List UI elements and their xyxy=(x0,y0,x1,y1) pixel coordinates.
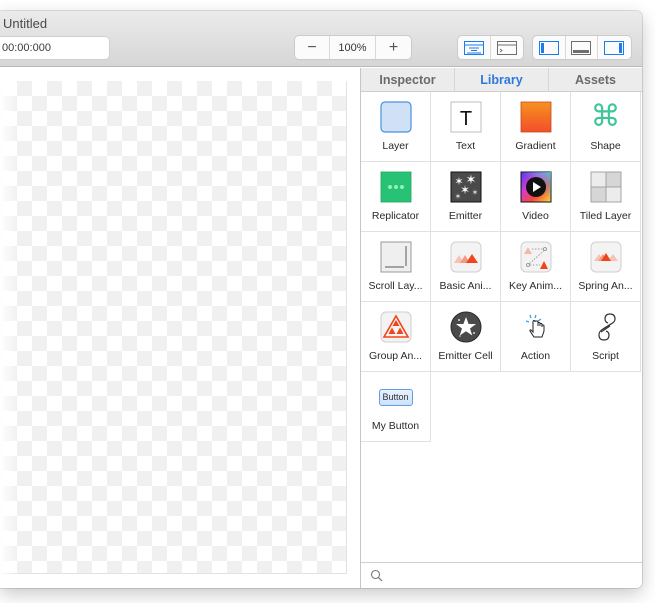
key-animation-icon xyxy=(520,241,551,273)
bottom-panel-button[interactable] xyxy=(566,36,599,59)
library-item-label: Scroll Lay... xyxy=(368,280,423,292)
bottom-panel-icon xyxy=(571,40,592,55)
library-item-label: Gradient xyxy=(515,140,556,152)
library-item-label: Video xyxy=(522,210,549,222)
shape-icon: ⌘ xyxy=(590,100,621,133)
library-item-action[interactable]: Action xyxy=(501,302,571,372)
panel-tabs: Inspector Library Assets xyxy=(361,68,642,92)
tiled-layer-icon xyxy=(590,171,621,203)
left-sidebar-icon xyxy=(538,40,559,55)
canvas-area xyxy=(0,68,360,588)
library-item-label: Shape xyxy=(590,140,621,152)
library-item-key-animation[interactable]: Key Anim... xyxy=(501,232,571,302)
tab-assets[interactable]: Assets xyxy=(549,68,642,91)
timecode-field[interactable]: 00:00:000 xyxy=(0,37,109,59)
library-item-label: My Button xyxy=(371,420,420,432)
toolbar: Untitled 00:00:000 − 100% + xyxy=(0,11,642,67)
group-animation-icon xyxy=(380,311,411,343)
emitter-cell-icon xyxy=(450,311,481,343)
svg-text:T: T xyxy=(459,108,471,130)
video-icon xyxy=(520,171,551,203)
library-item-layer[interactable]: Layer xyxy=(361,92,431,162)
right-panel-button[interactable] xyxy=(598,36,631,59)
app-window: Untitled 00:00:000 − 100% + Inspector Li… xyxy=(0,11,642,588)
library-grid: Layer T Text Gradient ⌘ Shape Replicator xyxy=(361,92,642,442)
script-icon xyxy=(597,313,616,341)
library-item-my-button[interactable]: Button My Button xyxy=(361,372,431,442)
library-search-bar xyxy=(361,562,642,588)
right-sidebar-icon xyxy=(604,40,625,55)
spring-animation-icon xyxy=(590,241,621,273)
library-item-label: Replicator xyxy=(371,210,420,222)
console-icon xyxy=(496,40,517,55)
basic-animation-icon xyxy=(450,241,481,273)
scroll-layer-icon xyxy=(380,241,411,273)
replicator-icon xyxy=(380,171,411,203)
library-item-script[interactable]: Script xyxy=(571,302,641,372)
library-item-video[interactable]: Video xyxy=(501,162,571,232)
library-item-scroll-layer[interactable]: Scroll Lay... xyxy=(361,232,431,302)
canvas-edge-fade xyxy=(0,68,18,588)
library-item-label: Key Anim... xyxy=(508,280,563,292)
library-search-input[interactable] xyxy=(387,566,627,585)
library-item-label: Tiled Layer xyxy=(579,210,632,222)
svg-text:✶: ✶ xyxy=(459,183,469,197)
zoom-out-button[interactable]: − xyxy=(295,36,330,59)
text-icon: T xyxy=(450,101,481,133)
library-item-label: Emitter Cell xyxy=(438,350,493,362)
zoom-level[interactable]: 100% xyxy=(330,36,376,59)
view-toggle-group xyxy=(458,36,523,59)
library-item-group-animation[interactable]: Group An... xyxy=(361,302,431,372)
library-item-label: Action xyxy=(520,350,551,362)
library-item-tiled-layer[interactable]: Tiled Layer xyxy=(571,162,641,232)
tab-inspector[interactable]: Inspector xyxy=(361,68,455,91)
left-panel-button[interactable] xyxy=(533,36,566,59)
library-item-replicator[interactable]: Replicator xyxy=(361,162,431,232)
library-item-basic-animation[interactable]: Basic Ani... xyxy=(431,232,501,302)
timeline-icon xyxy=(463,40,484,55)
search-icon xyxy=(370,569,383,582)
timeline-view-button[interactable] xyxy=(458,36,491,59)
canvas[interactable] xyxy=(0,81,347,574)
library-item-gradient[interactable]: Gradient xyxy=(501,92,571,162)
library-item-label: Emitter xyxy=(448,210,483,222)
zoom-in-button[interactable]: + xyxy=(376,36,411,59)
tab-library[interactable]: Library xyxy=(455,68,549,91)
library-item-label: Layer xyxy=(382,140,409,152)
svg-text:✶: ✶ xyxy=(471,188,478,197)
console-view-button[interactable] xyxy=(491,36,524,59)
button-icon: Button xyxy=(378,388,413,406)
svg-text:✶: ✶ xyxy=(454,192,461,201)
panel-toggle-group xyxy=(533,36,631,59)
library-item-label: Group An... xyxy=(368,350,423,362)
library-item-label: Basic Ani... xyxy=(439,280,492,292)
window-title: Untitled xyxy=(3,16,48,31)
emitter-icon: ✶ ✶✶ ✶✶ xyxy=(450,171,481,203)
action-icon xyxy=(525,314,544,338)
library-item-label: Script xyxy=(592,350,619,362)
gradient-icon xyxy=(520,101,551,133)
library-item-label: Spring An... xyxy=(578,280,633,292)
library-item-shape[interactable]: ⌘ Shape xyxy=(571,92,641,162)
library-item-label: Text xyxy=(455,140,476,152)
library-item-emitter-cell[interactable]: Emitter Cell xyxy=(431,302,501,372)
library-item-text[interactable]: T Text xyxy=(431,92,501,162)
right-panel: Inspector Library Assets Layer T Text Gr… xyxy=(360,68,642,588)
zoom-control: − 100% + xyxy=(295,36,411,59)
layer-icon xyxy=(379,101,412,133)
library-item-emitter[interactable]: ✶ ✶ ✶ ✶ ✶ Emitter xyxy=(431,162,501,232)
library-item-spring-animation[interactable]: Spring An... xyxy=(571,232,641,302)
